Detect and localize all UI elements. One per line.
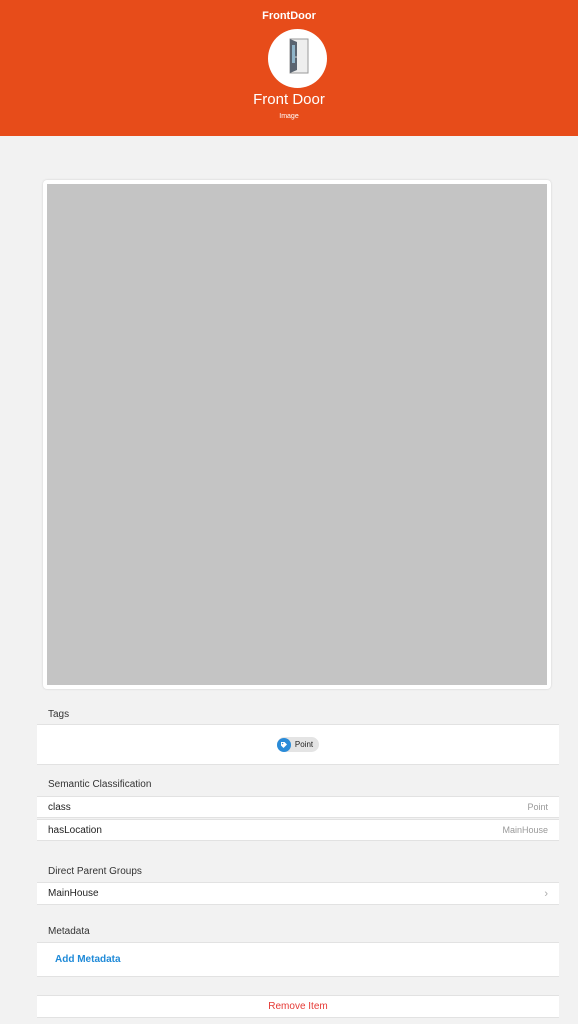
metadata-section-header: Metadata: [48, 926, 90, 937]
item-type: Image: [279, 113, 299, 120]
semantic-section-header: Semantic Classification: [48, 779, 152, 790]
image-card: [43, 180, 551, 689]
tags-section-header: Tags: [48, 709, 70, 720]
semantic-row-label: class: [48, 801, 71, 813]
item-title: FrontDoor: [262, 10, 316, 22]
semantic-row-value: MainHouse: [502, 825, 548, 835]
door-icon: [283, 37, 313, 80]
tag-chip[interactable]: Point: [276, 737, 320, 752]
parent-group-label: MainHouse: [48, 888, 99, 899]
tag-icon: [276, 737, 291, 752]
item-header: FrontDoor Front Door Image: [0, 0, 578, 136]
semantic-row-haslocation[interactable]: hasLocation MainHouse: [37, 819, 559, 841]
chevron-right-icon: ›: [544, 887, 548, 900]
item-avatar: [268, 29, 327, 88]
image-placeholder: [47, 184, 547, 685]
semantic-row-value: Point: [527, 802, 548, 812]
remove-item-button[interactable]: Remove Item: [37, 995, 559, 1018]
tag-chip-label: Point: [294, 740, 314, 749]
semantic-row-class[interactable]: class Point: [37, 796, 559, 818]
parent-group-row[interactable]: MainHouse ›: [37, 882, 559, 905]
add-metadata-button[interactable]: Add Metadata: [37, 942, 559, 977]
semantic-row-label: hasLocation: [48, 824, 102, 836]
parents-section-header: Direct Parent Groups: [48, 866, 142, 877]
item-name: Front Door: [253, 91, 325, 108]
tags-row: Point: [37, 724, 559, 765]
